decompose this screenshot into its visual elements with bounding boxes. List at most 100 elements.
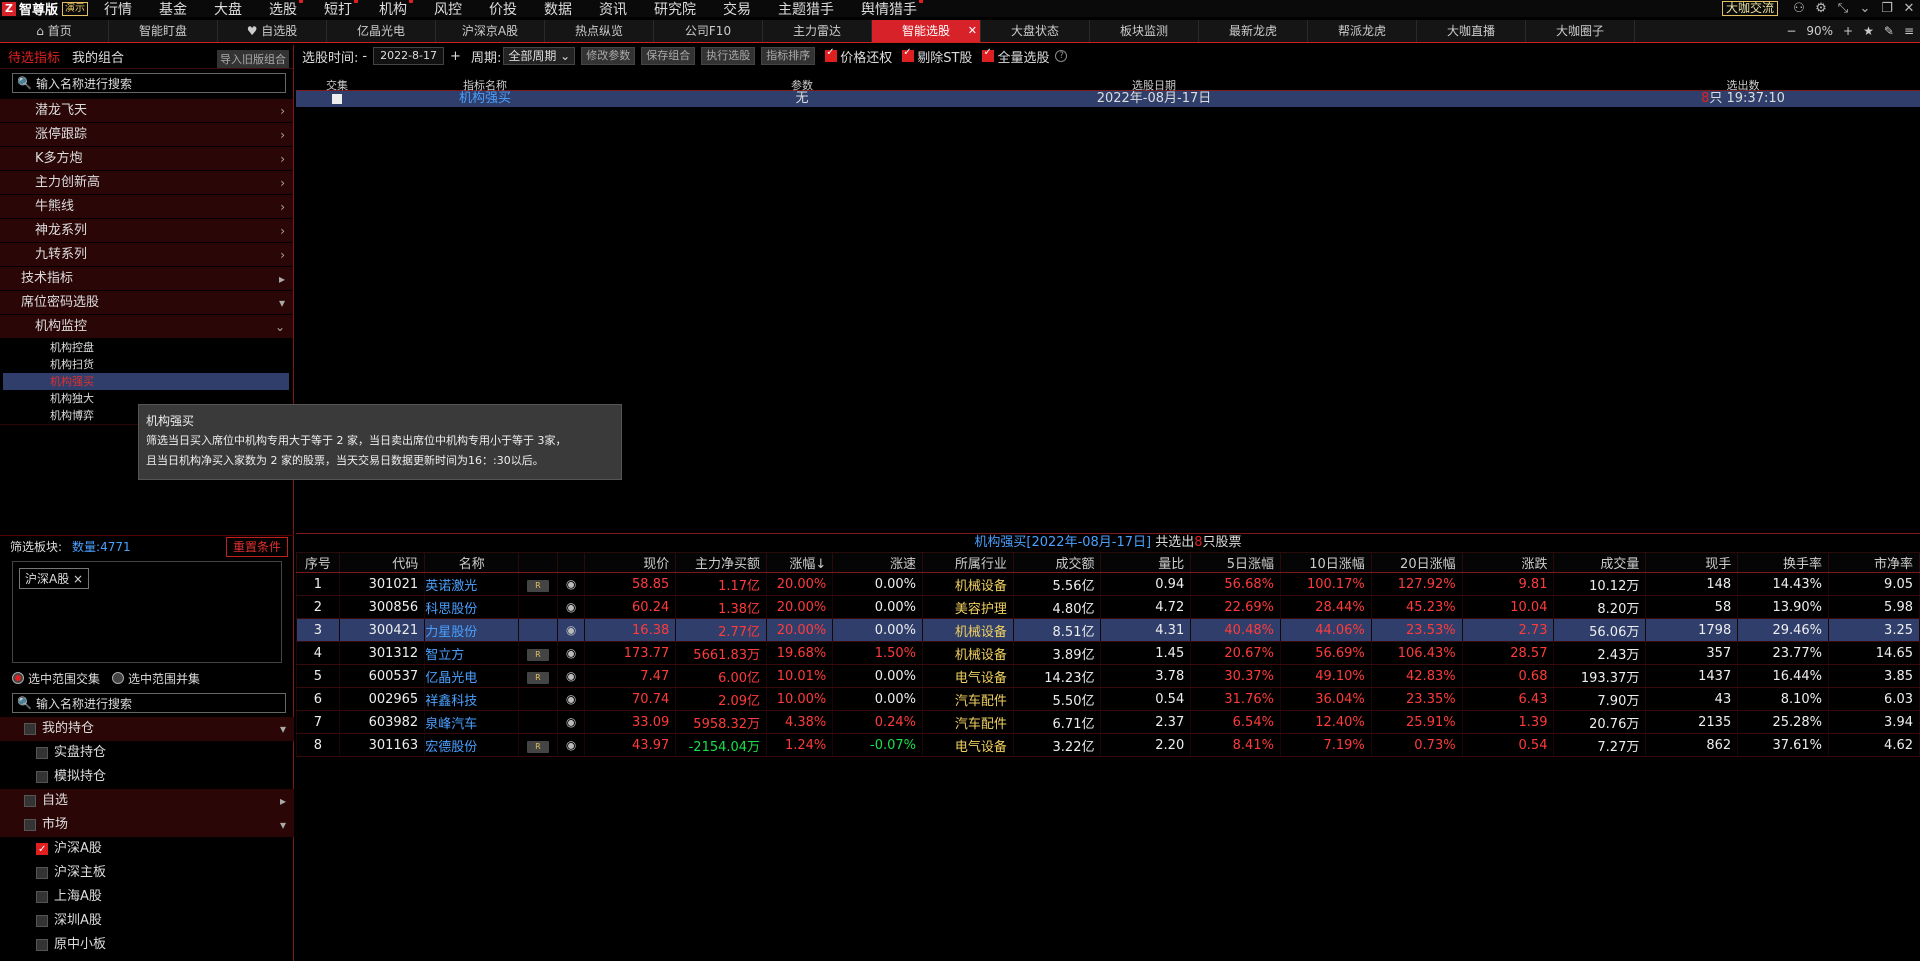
- union-radio[interactable]: [112, 672, 125, 684]
- board-item[interactable]: 自选 ▸: [0, 789, 294, 813]
- cell-name[interactable]: 力星股份: [424, 618, 520, 642]
- minimize-arrow-icon[interactable]: ⤡: [1832, 1, 1854, 16]
- tab-2[interactable]: ♥ 自选股: [218, 20, 327, 42]
- table-row[interactable]: 2 300856 科思股份 ◉ 60.24 1.38亿 20.00% 0.00% 美容护理 4.8…: [296, 595, 1920, 619]
- menu-item-2[interactable]: 大盘: [214, 0, 242, 19]
- tree-item[interactable]: 九转系列 ›: [0, 243, 293, 267]
- tab-10[interactable]: 板块监测: [1090, 20, 1199, 42]
- column-header[interactable]: 涨幅↓: [766, 552, 834, 573]
- tab-0[interactable]: ⌂ 首页: [0, 20, 109, 42]
- exclude-st-checkbox[interactable]: 剔除ST股: [902, 47, 972, 66]
- tree-group[interactable]: 席位密码选股 ▾: [0, 291, 293, 315]
- menu-item-6[interactable]: 风控: [434, 0, 462, 19]
- cell-name[interactable]: 英诺激光: [424, 572, 520, 596]
- cell-code[interactable]: 603982: [338, 710, 426, 734]
- indicator-sort-button[interactable]: 指标排序: [761, 47, 816, 65]
- tab-13[interactable]: 大咖直播: [1417, 20, 1526, 42]
- menu-item-13[interactable]: 舆情猎手: [861, 0, 924, 19]
- board-item[interactable]: 我的持仓 ▾: [0, 717, 294, 741]
- cell-code[interactable]: 002965: [338, 687, 426, 711]
- menu-item-4[interactable]: 短打: [324, 0, 359, 19]
- column-header[interactable]: 主力净买额: [675, 552, 768, 573]
- tab-14[interactable]: 大咖圈子: [1526, 20, 1635, 42]
- eye-icon[interactable]: ◉: [566, 738, 576, 752]
- column-header[interactable]: 20日涨幅: [1370, 552, 1463, 573]
- board-item[interactable]: 市场 ▾: [0, 813, 294, 837]
- board-checkbox[interactable]: [36, 915, 48, 927]
- modify-params-button[interactable]: 修改参数: [581, 47, 636, 65]
- board-checkbox[interactable]: [24, 723, 36, 735]
- tab-1[interactable]: 智能盯盘: [109, 20, 218, 42]
- tree-item[interactable]: 涨停跟踪 ›: [0, 123, 293, 147]
- import-old-portfolio-button[interactable]: 导入旧版组合: [217, 50, 289, 68]
- table-row[interactable]: 7 603982 泉峰汽车 ◉ 33.09 5958.32万 4.38% 0.24% 汽车配件 6…: [296, 710, 1920, 734]
- tab-8[interactable]: 智能选股 ✕: [872, 20, 981, 42]
- condition-name[interactable]: 机构强买: [386, 91, 584, 107]
- help-icon[interactable]: ?: [1055, 50, 1068, 62]
- column-header[interactable]: 成交量: [1553, 552, 1647, 573]
- board-checkbox[interactable]: [36, 891, 48, 903]
- date-minus-button[interactable]: -: [362, 49, 367, 64]
- eye-icon[interactable]: ◉: [566, 623, 576, 637]
- eye-icon[interactable]: ◉: [566, 692, 576, 706]
- cell-code[interactable]: 301163: [338, 733, 426, 757]
- board-checkbox[interactable]: [36, 939, 48, 951]
- indicator-leaf[interactable]: 机构强买: [3, 373, 289, 390]
- eye-icon[interactable]: ◉: [566, 646, 576, 660]
- zoom-in-button[interactable]: +: [1843, 24, 1853, 38]
- cell-name[interactable]: 科思股份: [424, 595, 520, 619]
- tab-candidate-indicators[interactable]: 待选指标: [8, 47, 60, 66]
- menu-item-0[interactable]: 行情: [104, 0, 132, 19]
- table-row[interactable]: 1 301021 英诺激光 R ◉ 58.85 1.17亿 20.00% 0.00% 机械设备 5.…: [296, 572, 1920, 596]
- tree-item[interactable]: 神龙系列 ›: [0, 219, 293, 243]
- column-header[interactable]: 所属行业: [922, 552, 1014, 573]
- menu-icon[interactable]: ≡: [1904, 24, 1914, 38]
- close-icon[interactable]: ✕: [1898, 1, 1920, 16]
- cell-name[interactable]: 泉峰汽车: [424, 710, 520, 734]
- column-header[interactable]: 量比: [1100, 552, 1192, 573]
- tab-11[interactable]: 最新龙虎: [1199, 20, 1308, 42]
- eye-icon[interactable]: ◉: [566, 577, 576, 591]
- board-checkbox[interactable]: [36, 747, 48, 759]
- column-header[interactable]: [556, 552, 586, 573]
- menu-item-3[interactable]: 选股: [269, 0, 304, 19]
- column-header[interactable]: 名称: [424, 552, 520, 573]
- menu-item-10[interactable]: 研究院: [654, 0, 696, 19]
- cell-code[interactable]: 300421: [338, 618, 426, 642]
- board-item[interactable]: 原中小板: [0, 933, 294, 957]
- settings-icon[interactable]: ⚙: [1810, 1, 1832, 16]
- cell-code[interactable]: 600537: [338, 664, 426, 688]
- cell-name[interactable]: 宏德股份: [424, 733, 520, 757]
- menu-item-11[interactable]: 交易: [723, 0, 751, 19]
- board-item[interactable]: 沪深主板: [0, 861, 294, 885]
- column-header[interactable]: 市净率: [1828, 552, 1920, 573]
- cell-name[interactable]: 祥鑫科技: [424, 687, 520, 711]
- menu-item-8[interactable]: 数据: [544, 0, 572, 19]
- date-plus-button[interactable]: +: [450, 49, 461, 64]
- tab-9[interactable]: 大盘状态: [981, 20, 1090, 42]
- tree-group[interactable]: 技术指标 ▸: [0, 267, 293, 291]
- column-header[interactable]: 序号: [296, 552, 340, 573]
- column-header[interactable]: 换手率: [1737, 552, 1830, 573]
- menu-item-12[interactable]: 主题猎手: [778, 0, 834, 19]
- condition-checkbox[interactable]: [332, 94, 342, 104]
- tree-item[interactable]: 潜龙飞天 ›: [0, 99, 293, 123]
- star-icon[interactable]: ★: [1863, 24, 1874, 38]
- board-checkbox[interactable]: [36, 838, 48, 862]
- tab-12[interactable]: 帮派龙虎: [1308, 20, 1417, 42]
- cell-code[interactable]: 301312: [338, 641, 426, 665]
- board-item[interactable]: 模拟持仓: [0, 765, 294, 789]
- zoom-out-button[interactable]: −: [1786, 24, 1796, 38]
- tab-3[interactable]: 亿晶光电: [327, 20, 436, 42]
- board-item[interactable]: 深圳A股: [0, 909, 294, 933]
- tab-my-portfolio[interactable]: 我的组合: [72, 47, 124, 66]
- eye-icon[interactable]: ◉: [566, 715, 576, 729]
- menu-item-9[interactable]: 资讯: [599, 0, 627, 19]
- remove-chip-icon[interactable]: ×: [73, 572, 83, 586]
- eye-icon[interactable]: ◉: [566, 600, 576, 614]
- column-header[interactable]: 成交额: [1012, 552, 1102, 573]
- indicator-leaf[interactable]: 机构控盘: [0, 339, 293, 356]
- table-row[interactable]: 5 600537 亿晶光电 R ◉ 7.47 6.00亿 10.01% 0.00% 电气设备 14.…: [296, 664, 1920, 688]
- board-item[interactable]: 实盘持仓: [0, 741, 294, 765]
- restore-icon[interactable]: ❐: [1876, 1, 1898, 16]
